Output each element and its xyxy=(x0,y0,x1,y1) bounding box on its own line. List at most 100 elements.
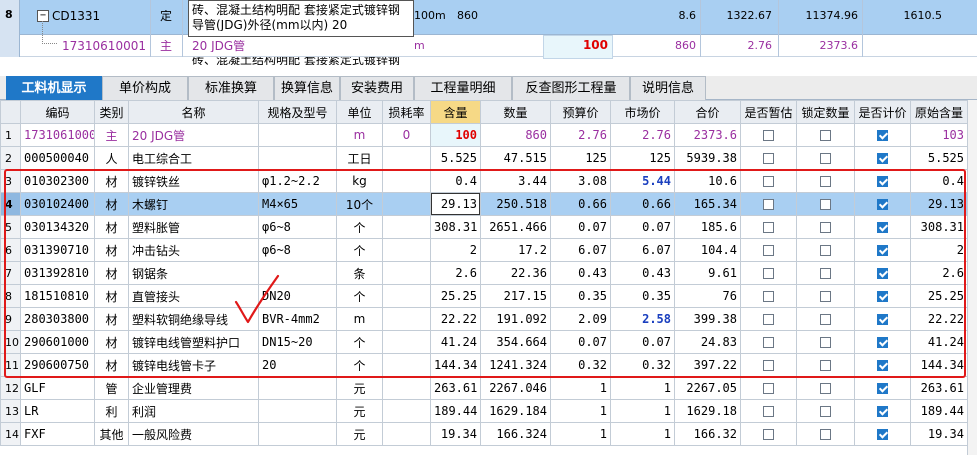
category-cell[interactable]: 材 xyxy=(94,169,129,193)
unit-cell[interactable]: 条 xyxy=(336,261,383,285)
header-content[interactable]: 含量 xyxy=(430,100,481,124)
original-content-cell[interactable]: 144.34 xyxy=(910,353,968,377)
name-cell[interactable]: 镀锌电线管塑料护口 xyxy=(128,330,259,354)
unit-cell[interactable]: m xyxy=(336,307,383,331)
name-cell[interactable]: 电工综合工 xyxy=(128,146,259,170)
budget-price-cell[interactable]: 1 xyxy=(550,422,611,446)
budget-price-cell[interactable]: 1 xyxy=(550,376,611,400)
content-cell[interactable]: 2 xyxy=(430,238,481,262)
table-row[interactable]: 117310610001主20 JDG管m01008602.762.762373… xyxy=(0,123,968,147)
spec-cell[interactable]: φ6~8 xyxy=(258,215,337,239)
lock-quantity-checkbox-cell[interactable] xyxy=(796,192,855,216)
provisional-checkbox[interactable] xyxy=(763,291,774,302)
code-cell[interactable]: FXF xyxy=(20,422,95,446)
tab-labor-material-machine[interactable]: 工料机显示 xyxy=(6,76,102,101)
total-price-cell[interactable]: 165.34 xyxy=(674,192,741,216)
unit-cell[interactable]: 个 xyxy=(336,353,383,377)
code-cell[interactable]: 181510810 xyxy=(20,284,95,308)
header-name[interactable]: 名称 xyxy=(128,100,259,124)
spec-cell[interactable] xyxy=(258,123,337,147)
content-cell[interactable]: 0.4 xyxy=(430,169,481,193)
budget-price-cell[interactable]: 2.09 xyxy=(550,307,611,331)
market-price-cell[interactable]: 5.44 xyxy=(610,169,675,193)
quantity-cell[interactable]: 22.36 xyxy=(480,261,551,285)
original-content-cell[interactable]: 2 xyxy=(910,238,968,262)
lock-quantity-checkbox[interactable] xyxy=(820,268,831,279)
provisional-checkbox[interactable] xyxy=(763,406,774,417)
market-price-cell[interactable]: 6.07 xyxy=(610,238,675,262)
name-cell[interactable]: 镀锌电线管卡子 xyxy=(128,353,259,377)
code-cell[interactable]: 290600750 xyxy=(20,353,95,377)
lock-quantity-checkbox[interactable] xyxy=(820,245,831,256)
provisional-checkbox-cell[interactable] xyxy=(740,399,797,423)
market-price-cell[interactable]: 0.32 xyxy=(610,353,675,377)
provisional-checkbox-cell[interactable] xyxy=(740,261,797,285)
provisional-checkbox-cell[interactable] xyxy=(740,146,797,170)
content-cell[interactable]: 144.34 xyxy=(430,353,481,377)
original-content-cell[interactable]: 263.61 xyxy=(910,376,968,400)
content-cell[interactable]: 41.24 xyxy=(430,330,481,354)
lock-quantity-checkbox[interactable] xyxy=(820,429,831,440)
table-row[interactable]: 13 LR 利利润元 189.44 1629.184 1 1 1629.18 189.44 xyxy=(0,399,968,423)
category-cell[interactable]: 其他 xyxy=(94,422,129,446)
priced-checkbox[interactable] xyxy=(877,245,888,256)
category-cell[interactable]: 人 xyxy=(94,146,129,170)
total-price-cell[interactable]: 2373.6 xyxy=(674,123,741,147)
category-cell[interactable]: 材 xyxy=(94,284,129,308)
lock-quantity-checkbox[interactable] xyxy=(820,337,831,348)
table-row[interactable]: 4 030102400 材木螺钉 M4×65 10个 29.13 250.518 0.66 0.… xyxy=(0,192,968,216)
lock-quantity-checkbox[interactable] xyxy=(820,383,831,394)
content-cell[interactable]: 308.31 xyxy=(430,215,481,239)
quota-name-editor[interactable]: 砖、混凝土结构明配 套接紧定式镀锌钢 导管(JDG)外径(mm以内) 20 xyxy=(188,0,414,37)
total-price-cell[interactable]: 10.6 xyxy=(674,169,741,193)
priced-checkbox[interactable] xyxy=(877,314,888,325)
provisional-checkbox-cell[interactable] xyxy=(740,284,797,308)
budget-price-cell[interactable]: 0.43 xyxy=(550,261,611,285)
code-cell[interactable]: LR xyxy=(20,399,95,423)
market-price-cell[interactable]: 1 xyxy=(610,376,675,400)
lock-quantity-checkbox[interactable] xyxy=(820,199,831,210)
original-content-cell[interactable]: 5.525 xyxy=(910,146,968,170)
table-row[interactable]: 11 290600750 材镀锌电线管卡子 20 个 144.34 1241.324 0.32… xyxy=(0,353,968,377)
spec-cell[interactable] xyxy=(258,261,337,285)
priced-checkbox[interactable] xyxy=(877,291,888,302)
category-cell[interactable]: 材 xyxy=(94,261,129,285)
category-cell[interactable]: 材 xyxy=(94,192,129,216)
tab-standard-conversion[interactable]: 标准换算 xyxy=(188,76,274,101)
budget-price-cell[interactable]: 0.07 xyxy=(550,330,611,354)
provisional-checkbox[interactable] xyxy=(763,314,774,325)
header-budget-price[interactable]: 预算价 xyxy=(550,100,611,124)
lock-quantity-checkbox[interactable] xyxy=(820,130,831,141)
provisional-checkbox[interactable] xyxy=(763,245,774,256)
loss-rate-cell[interactable] xyxy=(382,169,431,193)
budget-price-cell[interactable]: 6.07 xyxy=(550,238,611,262)
spec-cell[interactable]: φ6~8 xyxy=(258,238,337,262)
budget-price-cell[interactable]: 0.35 xyxy=(550,284,611,308)
priced-checkbox[interactable] xyxy=(877,176,888,187)
loss-rate-cell[interactable] xyxy=(382,307,431,331)
grid-scroll-edge[interactable] xyxy=(967,100,977,455)
quantity-cell[interactable]: 2267.046 xyxy=(480,376,551,400)
category-cell[interactable]: 利 xyxy=(94,399,129,423)
header-code[interactable]: 编码 xyxy=(20,100,95,124)
provisional-checkbox[interactable] xyxy=(763,153,774,164)
quantity-cell[interactable]: 191.092 xyxy=(480,307,551,331)
header-priced[interactable]: 是否计价 xyxy=(854,100,911,124)
market-price-cell[interactable]: 125 xyxy=(610,146,675,170)
spec-cell[interactable]: 20 xyxy=(258,353,337,377)
spec-cell[interactable]: DN20 xyxy=(258,284,337,308)
lock-quantity-checkbox-cell[interactable] xyxy=(796,307,855,331)
market-price-cell[interactable]: 0.43 xyxy=(610,261,675,285)
provisional-checkbox-cell[interactable] xyxy=(740,169,797,193)
unit-cell[interactable]: 元 xyxy=(336,422,383,446)
category-cell[interactable]: 材 xyxy=(94,307,129,331)
provisional-checkbox[interactable] xyxy=(763,360,774,371)
provisional-checkbox[interactable] xyxy=(763,199,774,210)
header-quantity[interactable]: 数量 xyxy=(480,100,551,124)
category-cell[interactable]: 材 xyxy=(94,330,129,354)
total-price-cell[interactable]: 76 xyxy=(674,284,741,308)
budget-price-cell[interactable]: 0.07 xyxy=(550,215,611,239)
market-price-cell[interactable]: 0.07 xyxy=(610,330,675,354)
total-price-cell[interactable]: 397.22 xyxy=(674,353,741,377)
content-cell[interactable]: 5.525 xyxy=(430,146,481,170)
